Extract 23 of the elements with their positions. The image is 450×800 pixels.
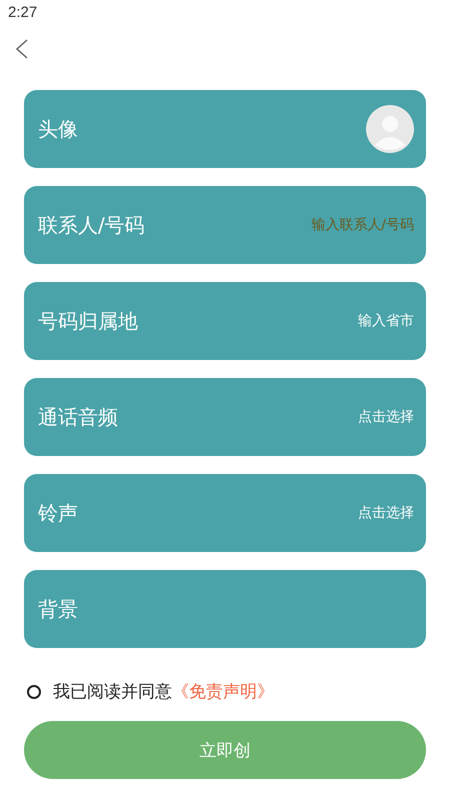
form-row[interactable]: 号码归属地 输入省市: [24, 282, 426, 360]
row-label: 号码归属地: [38, 308, 138, 334]
status-time: 2:27: [8, 4, 38, 21]
row-hint: 输入省市: [358, 312, 414, 330]
form-row[interactable]: 背景: [24, 570, 426, 648]
row-label: 铃声: [38, 500, 78, 526]
form-row[interactable]: 联系人/号码 输入联系人/号码: [24, 186, 426, 264]
row-label: 联系人/号码: [38, 212, 145, 238]
agree-radio[interactable]: [27, 684, 41, 698]
form-row[interactable]: 铃声 点击选择: [24, 474, 426, 552]
form-row[interactable]: 头像: [24, 90, 426, 168]
create-button[interactable]: 立即创: [24, 721, 426, 779]
row-label: 头像: [38, 116, 78, 142]
avatar-icon[interactable]: [366, 105, 414, 153]
form-row[interactable]: 通话音频 点击选择: [24, 378, 426, 456]
row-hint: 点击选择: [358, 408, 414, 426]
row-label: 通话音频: [38, 404, 118, 430]
row-hint: 点击选择: [358, 504, 414, 522]
row-label: 背景: [38, 596, 78, 622]
disclaimer-link[interactable]: 《免责声明》: [172, 680, 274, 703]
agree-text: 我已阅读并同意: [53, 681, 172, 703]
back-icon[interactable]: [14, 38, 30, 60]
row-hint: 输入联系人/号码: [311, 216, 414, 234]
